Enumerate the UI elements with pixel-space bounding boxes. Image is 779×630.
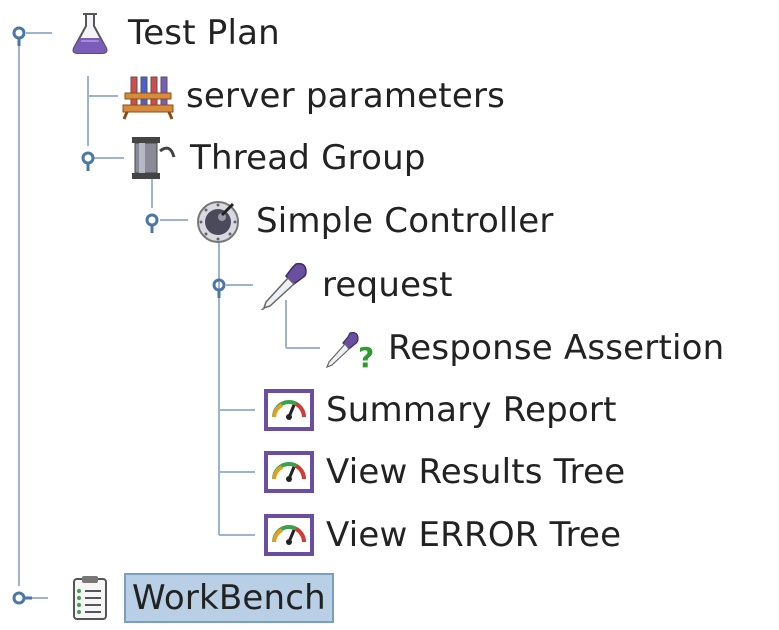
tree-node-label: Simple Controller [256,201,554,241]
gauge-report-icon [260,510,316,560]
tree-node-server-parameters[interactable]: server parameters [120,71,509,121]
test-tubes-rack-icon [120,71,176,121]
gauge-report-icon [260,447,316,497]
expand-toggle-test-plan[interactable] [8,22,32,46]
tree-node-workbench[interactable]: WorkBench [62,573,334,623]
tree-node-label: Summary Report [326,390,617,430]
tree-node-label: server parameters [186,76,506,116]
tree-node-label: View ERROR Tree [326,515,622,555]
tree-node-label: request [322,265,453,305]
tree-node-request[interactable]: request [256,260,457,310]
tree-node-label: Test Plan [128,13,280,53]
clipboard-icon [62,573,118,623]
tree-node-view-error-tree[interactable]: View ERROR Tree [260,510,625,560]
spool-icon [124,133,180,183]
tree-node-thread-group[interactable]: Thread Group [124,133,430,183]
tree-node-response-assertion[interactable]: ? Response Assertion [322,323,728,373]
svg-text:?: ? [358,341,374,373]
tree-node-label: WorkBench [124,573,334,623]
tree-node-test-plan[interactable]: Test Plan [62,8,284,58]
pipette-icon [256,260,312,310]
tree-node-simple-controller[interactable]: Simple Controller [190,196,558,246]
test-plan-tree: Test Plan server parameters Thread Group… [0,0,779,630]
assertion-pipette-question-icon: ? [322,323,378,373]
flask-icon [62,8,118,58]
expand-toggle-request[interactable] [208,274,232,298]
tree-node-label: Response Assertion [388,328,725,368]
gauge-report-icon [260,385,316,435]
controller-dial-icon [190,196,246,246]
expand-toggle-thread-group[interactable] [77,147,101,171]
tree-node-label: View Results Tree [326,452,626,492]
tree-node-label: Thread Group [190,138,426,178]
expand-toggle-simple-controller[interactable] [141,209,165,233]
tree-node-summary-report[interactable]: Summary Report [260,385,621,435]
collapse-toggle-workbench[interactable] [8,587,32,611]
tree-node-view-results-tree[interactable]: View Results Tree [260,447,629,497]
